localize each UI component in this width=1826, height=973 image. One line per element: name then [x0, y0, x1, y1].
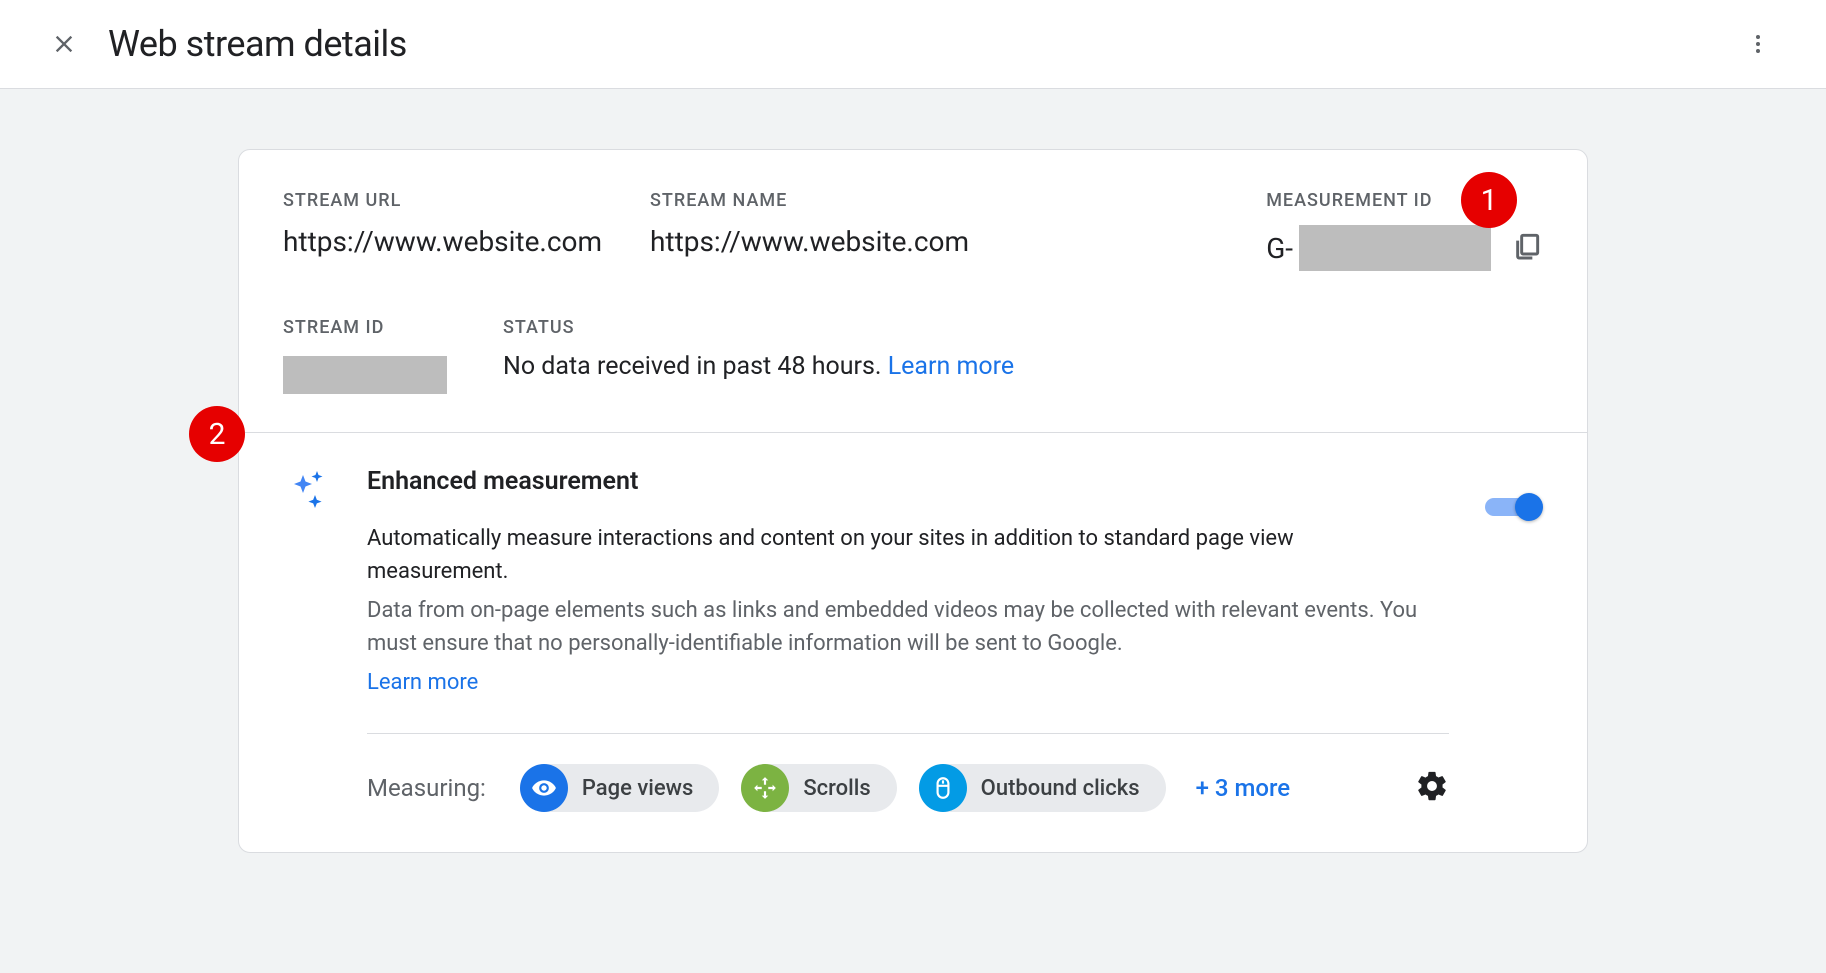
stream-id-redacted	[283, 356, 447, 394]
stream-details-card: 1 2 STREAM URL https://www.website.com S…	[238, 149, 1588, 853]
header: Web stream details	[0, 0, 1826, 89]
stream-url-value: https://www.website.com	[283, 225, 602, 258]
page-title: Web stream details	[108, 23, 407, 65]
copy-measurement-id-button[interactable]	[1511, 230, 1543, 266]
stream-name-value: https://www.website.com	[650, 225, 969, 258]
toggle-wrap	[1485, 467, 1543, 812]
content-area: 1 2 STREAM URL https://www.website.com S…	[0, 89, 1826, 973]
status-value: No data received in past 48 hours.	[503, 352, 888, 381]
stream-row-2: STREAM ID STATUS No data received in pas…	[283, 317, 1543, 398]
status-label: STATUS	[503, 317, 1543, 338]
stream-id-field: STREAM ID	[283, 317, 447, 398]
sparkle-icon	[283, 467, 331, 812]
chip-outbound-label: Outbound clicks	[981, 776, 1140, 801]
measuring-label: Measuring:	[367, 774, 486, 802]
close-icon	[50, 30, 78, 58]
measurement-id-redacted	[1299, 225, 1491, 271]
toggle-thumb	[1515, 493, 1543, 521]
status-text-row: No data received in past 48 hours. Learn…	[503, 352, 1543, 381]
chip-page-views: Page views	[520, 764, 719, 812]
status-field: STATUS No data received in past 48 hours…	[503, 317, 1543, 398]
stream-url-field: STREAM URL https://www.website.com	[283, 190, 602, 271]
chip-outbound-clicks: Outbound clicks	[919, 764, 1166, 812]
enhanced-description: Automatically measure interactions and c…	[367, 522, 1387, 588]
enhanced-title: Enhanced measurement	[367, 467, 1449, 496]
enhanced-body: Enhanced measurement Automatically measu…	[367, 467, 1449, 812]
close-button[interactable]	[44, 24, 84, 64]
enhanced-divider	[367, 733, 1449, 734]
stream-row-1: STREAM URL https://www.website.com STREA…	[283, 190, 1543, 271]
stream-name-field: STREAM NAME https://www.website.com	[650, 190, 969, 271]
scroll-icon	[741, 764, 789, 812]
chip-scrolls-label: Scrolls	[803, 776, 870, 801]
measuring-more-link[interactable]: + 3 more	[1196, 774, 1291, 802]
more-vert-icon	[1746, 32, 1770, 56]
stream-name-label: STREAM NAME	[650, 190, 969, 211]
enhanced-settings-button[interactable]	[1415, 769, 1449, 807]
chip-scrolls: Scrolls	[741, 764, 896, 812]
gear-icon	[1415, 769, 1449, 803]
measurement-id-row: G-	[1266, 225, 1543, 271]
stream-url-label: STREAM URL	[283, 190, 602, 211]
eye-icon	[520, 764, 568, 812]
stream-id-label: STREAM ID	[283, 317, 447, 338]
enhanced-measurement-section: Enhanced measurement Automatically measu…	[239, 433, 1587, 852]
enhanced-subtext: Data from on-page elements such as links…	[367, 594, 1427, 660]
annotation-2: 2	[189, 406, 245, 462]
chip-page-views-label: Page views	[582, 776, 693, 801]
status-learn-more-link[interactable]: Learn more	[888, 352, 1014, 381]
mouse-icon	[919, 764, 967, 812]
annotation-1: 1	[1461, 172, 1517, 228]
enhanced-learn-more-link[interactable]: Learn more	[367, 670, 1449, 695]
copy-icon	[1511, 230, 1543, 262]
enhanced-measurement-toggle[interactable]	[1485, 493, 1543, 521]
measurement-id-prefix: G-	[1266, 232, 1293, 265]
more-menu-button[interactable]	[1734, 20, 1782, 68]
measuring-row: Measuring: Page views Scrolls	[367, 764, 1449, 812]
stream-info-section: STREAM URL https://www.website.com STREA…	[239, 150, 1587, 432]
